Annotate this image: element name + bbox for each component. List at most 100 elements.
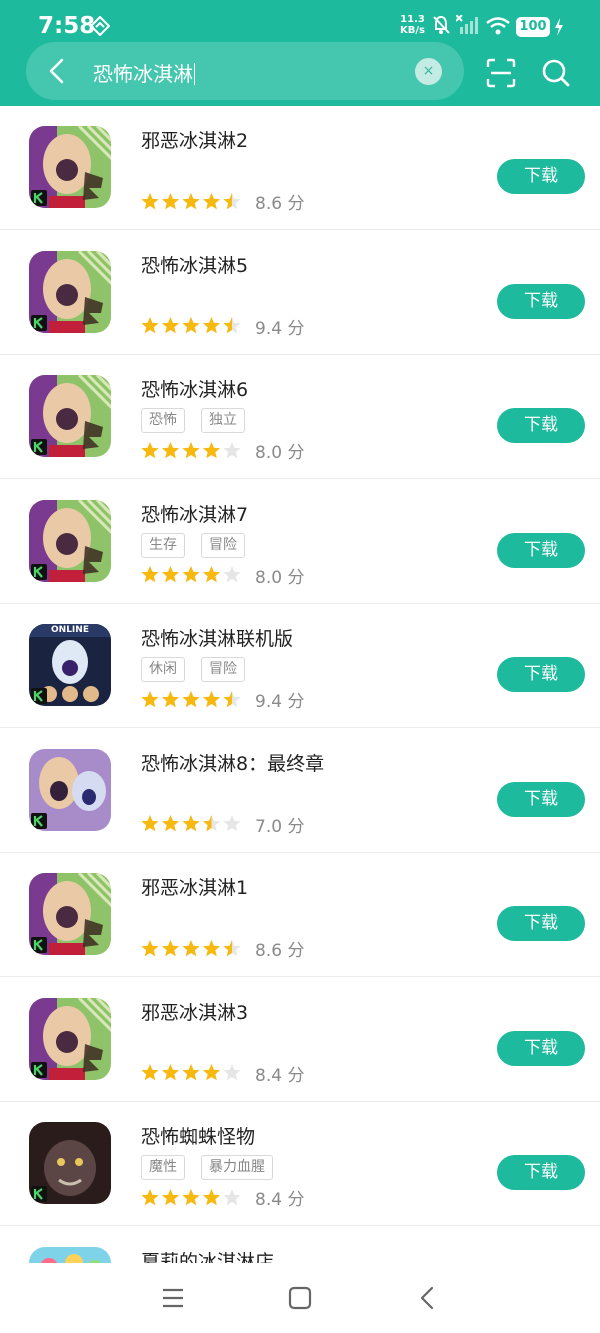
result-row[interactable]: 邪恶冰淇淋1 8.6 分 下载 xyxy=(0,853,600,977)
star-icon xyxy=(202,1064,221,1081)
app-name[interactable]: 邪恶冰淇淋2 xyxy=(141,126,248,153)
score-value: 8.4 xyxy=(255,1190,283,1210)
download-button[interactable]: 下载 xyxy=(497,781,585,817)
clear-icon[interactable]: × xyxy=(415,58,442,85)
app-icon[interactable] xyxy=(29,499,111,582)
star-rating xyxy=(141,316,245,336)
star-icon xyxy=(161,1064,180,1081)
score-label: 7.0 分 xyxy=(255,812,304,837)
app-icon[interactable] xyxy=(29,375,111,457)
publisher-badge-icon xyxy=(31,563,47,580)
star-icon xyxy=(182,815,200,832)
download-button[interactable]: 下载 xyxy=(497,1030,585,1066)
tag: 冒险 xyxy=(201,657,245,682)
rating: 7.0 分 xyxy=(141,812,304,837)
search-query: 恐怖冰淇淋 xyxy=(93,62,193,86)
rating: 9.4 分 xyxy=(141,687,304,712)
score-value: 9.4 xyxy=(255,692,283,712)
score-unit: 分 xyxy=(282,1065,305,1086)
search-input[interactable]: 恐怖冰淇淋 xyxy=(93,58,195,87)
star-icon xyxy=(223,192,241,209)
header: 7:58 11.3 KB/s 100 恐怖冰淇淋 × xyxy=(0,0,600,106)
app-icon[interactable] xyxy=(29,748,111,831)
download-button[interactable]: 下载 xyxy=(497,159,585,194)
score-value: 8.0 xyxy=(255,567,283,588)
star-icon xyxy=(161,566,180,583)
status-bar: 7:58 11.3 KB/s 100 xyxy=(0,0,600,48)
tag: 生存 xyxy=(141,532,185,558)
star-icon xyxy=(223,566,241,583)
star-icon xyxy=(182,317,200,334)
app-icon[interactable] xyxy=(29,1122,111,1204)
star-rating xyxy=(141,441,245,461)
tag: 暴力血腥 xyxy=(201,1155,273,1180)
app-name[interactable]: 邪恶冰淇淋1 xyxy=(141,873,248,900)
download-button[interactable]: 下载 xyxy=(497,283,585,319)
rating: 8.4 分 xyxy=(141,1185,304,1210)
app-icon[interactable] xyxy=(29,873,111,955)
publisher-badge-icon xyxy=(31,314,47,331)
star-icon xyxy=(161,939,180,956)
app-name[interactable]: 恐怖冰淇淋6 xyxy=(141,375,248,402)
download-button[interactable]: 下载 xyxy=(497,906,585,941)
star-rating xyxy=(141,1188,245,1208)
back-arrow-icon[interactable] xyxy=(40,53,76,89)
tag: 独立 xyxy=(201,408,245,433)
star-rating xyxy=(141,690,245,710)
publisher-badge-icon xyxy=(31,688,47,704)
score-unit: 分 xyxy=(282,816,305,837)
rating: 8.6 分 xyxy=(141,936,304,961)
app-name[interactable]: 恐怖蜘蛛怪物 xyxy=(141,1122,255,1149)
app-icon[interactable] xyxy=(29,997,111,1080)
download-button[interactable]: 下载 xyxy=(497,657,585,692)
scan-icon[interactable] xyxy=(485,57,517,89)
publisher-badge-icon xyxy=(31,190,47,206)
network-speed-value: 11.3 xyxy=(400,14,425,25)
star-icon xyxy=(161,815,180,832)
star-icon xyxy=(182,441,200,458)
score-label: 8.6 分 xyxy=(255,936,304,961)
result-row[interactable]: 夏莉的冰淇淋店 xyxy=(0,1227,600,1264)
app-name[interactable]: 恐怖冰淇淋5 xyxy=(141,251,248,278)
download-button[interactable]: 下载 xyxy=(497,532,585,568)
result-row[interactable]: 恐怖冰淇淋8：最终章 7.0 分 下载 xyxy=(0,729,600,853)
star-icon xyxy=(161,317,180,334)
star-icon xyxy=(182,1064,200,1081)
star-icon xyxy=(161,441,180,458)
star-icon xyxy=(223,1064,241,1081)
result-row[interactable]: 恐怖冰淇淋7 生存 冒险 8.0 分 下载 xyxy=(0,480,600,604)
app-icon[interactable] xyxy=(29,126,111,208)
score-label: 8.4 分 xyxy=(255,1185,304,1210)
score-value: 8.4 xyxy=(255,1065,283,1086)
back-icon[interactable] xyxy=(413,1283,443,1313)
score-value: 8.6 xyxy=(255,194,283,214)
result-row[interactable]: 恐怖冰淇淋5 9.4 分 下载 xyxy=(0,231,600,355)
result-row[interactable]: 恐怖冰淇淋6 恐怖 独立 8.0 分 下载 xyxy=(0,355,600,479)
app-name[interactable]: 邪恶冰淇淋3 xyxy=(141,998,248,1025)
result-row[interactable]: 恐怖蜘蛛怪物 魔性 暴力血腥 8.4 分 下载 xyxy=(0,1102,600,1226)
star-icon xyxy=(223,815,241,832)
app-icon[interactable] xyxy=(29,250,111,333)
score-unit: 分 xyxy=(282,941,305,961)
result-row[interactable]: 邪恶冰淇淋3 8.4 分 下载 xyxy=(0,978,600,1102)
star-icon xyxy=(202,1188,221,1205)
menu-icon[interactable] xyxy=(158,1283,188,1313)
star-icon xyxy=(202,690,221,707)
download-button[interactable]: 下载 xyxy=(497,408,585,443)
star-rating xyxy=(141,814,245,834)
search-icon[interactable] xyxy=(540,57,572,89)
star-rating xyxy=(141,1063,245,1083)
score-value: 8.6 xyxy=(255,941,283,961)
app-name[interactable]: 恐怖冰淇淋7 xyxy=(141,500,248,527)
app-icon[interactable] xyxy=(29,1246,111,1263)
app-name[interactable]: 夏莉的冰淇淋店 xyxy=(141,1247,274,1264)
app-name[interactable]: 恐怖冰淇淋8：最终章 xyxy=(141,749,324,776)
result-row[interactable]: 邪恶冰淇淋2 8.6 分 下载 xyxy=(0,106,600,230)
result-row[interactable]: ONLINE 恐怖冰淇淋联机版 休闲 冒险 9.4 分 下载 xyxy=(0,604,600,728)
score-unit: 分 xyxy=(282,567,305,588)
app-icon[interactable]: ONLINE xyxy=(29,624,111,706)
home-icon[interactable] xyxy=(285,1283,315,1313)
download-button[interactable]: 下载 xyxy=(497,1155,585,1190)
search-bar[interactable]: 恐怖冰淇淋 × xyxy=(26,42,464,100)
app-name[interactable]: 恐怖冰淇淋联机版 xyxy=(141,624,293,651)
